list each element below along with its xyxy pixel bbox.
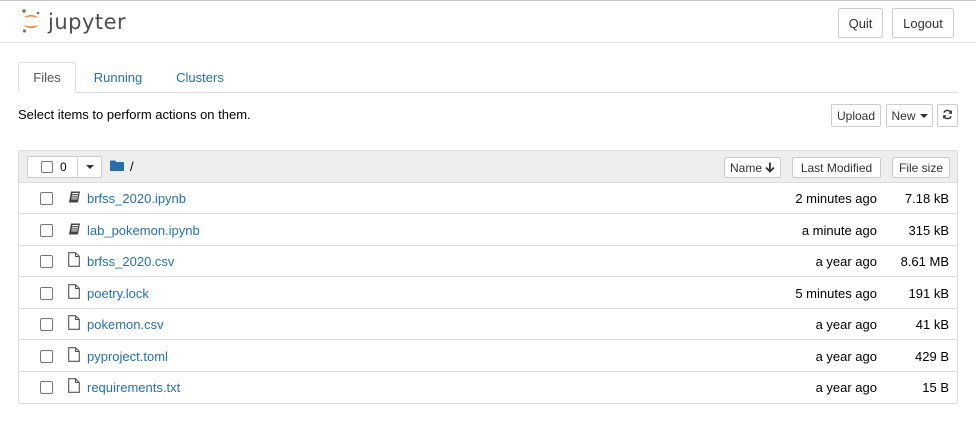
file-icon (68, 315, 80, 333)
select-dropdown-button[interactable] (77, 157, 102, 177)
jupyter-logo[interactable]: jupyter (20, 7, 126, 37)
file-row[interactable]: poetry.lock 5 minutes ago 191 kB (19, 278, 957, 309)
file-name-link[interactable]: pyproject.toml (87, 349, 168, 364)
new-button-label: New (891, 108, 916, 123)
file-row[interactable]: requirements.txt a year ago 15 B (19, 372, 957, 403)
file-size: 15 B (922, 380, 949, 395)
file-size: 429 B (915, 348, 949, 364)
file-list-header: 0 / Name Last Modified File size (19, 151, 957, 183)
file-row[interactable]: pyproject.toml a year ago 429 B (19, 341, 957, 372)
notebook-icon (68, 223, 81, 238)
file-list: 0 / Name Last Modified File size brfss_2… (18, 150, 958, 404)
file-name-link[interactable]: poetry.lock (87, 286, 149, 301)
file-name-link[interactable]: lab_pokemon.ipynb (87, 223, 200, 238)
file-name-link[interactable]: brfss_2020.ipynb (87, 191, 186, 206)
file-row-checkbox[interactable] (40, 286, 53, 300)
tab-clusters[interactable]: Clusters (166, 62, 234, 93)
file-row[interactable]: brfss_2020.csv a year ago 8.61 MB (19, 246, 957, 277)
selected-count: 0 (60, 160, 67, 174)
new-dropdown-button[interactable]: New (886, 104, 933, 127)
file-last-modified: a minute ago (801, 222, 877, 238)
chevron-down-icon (919, 113, 928, 118)
file-row[interactable]: brfss_2020.ipynb 2 minutes ago 7.18 kB (19, 183, 957, 214)
file-row-checkbox[interactable] (40, 318, 53, 331)
file-name-link[interactable]: brfss_2020.csv (87, 254, 174, 269)
file-last-modified: a year ago (815, 317, 877, 332)
tab-bar: Files Running Clusters (18, 62, 958, 93)
tab-running[interactable]: Running (84, 62, 152, 93)
file-row-checkbox[interactable] (40, 255, 53, 268)
file-name-link[interactable]: pokemon.csv (87, 317, 164, 332)
upload-button[interactable]: Upload (831, 104, 881, 127)
breadcrumb-path[interactable]: / (130, 159, 134, 174)
selection-hint: Select items to perform actions on them. (18, 107, 251, 122)
notebook-icon (68, 191, 81, 206)
select-all-checkbox[interactable] (41, 161, 53, 173)
jupyter-logo-icon (20, 8, 42, 37)
file-name-link[interactable]: requirements.txt (87, 380, 180, 395)
sort-by-name-button[interactable]: Name (724, 157, 781, 178)
sort-name-label: Name (729, 160, 762, 175)
file-icon (68, 346, 80, 365)
file-icon (68, 378, 80, 396)
chevron-down-icon (86, 165, 94, 169)
file-last-modified: 5 minutes ago (795, 285, 877, 301)
quit-button[interactable]: Quit (838, 8, 883, 38)
file-row[interactable]: pokemon.csv a year ago 41 kB (19, 309, 957, 340)
file-last-modified: a year ago (815, 254, 877, 269)
file-row-checkbox[interactable] (40, 223, 53, 237)
file-last-modified: a year ago (815, 380, 877, 395)
file-size: 7.18 kB (904, 191, 949, 206)
file-last-modified: a year ago (815, 348, 877, 364)
folder-icon[interactable] (110, 159, 124, 174)
jupyter-logo-text: jupyter (48, 10, 127, 34)
file-row-checkbox[interactable] (40, 349, 53, 363)
tab-files[interactable]: Files (18, 62, 76, 93)
file-row-checkbox[interactable] (40, 381, 53, 394)
refresh-button[interactable] (937, 104, 958, 127)
arrow-down-icon (765, 162, 775, 173)
file-last-modified: 2 minutes ago (795, 191, 877, 206)
file-row-checkbox[interactable] (40, 192, 53, 205)
select-all-group: 0 (27, 156, 102, 178)
file-row[interactable]: lab_pokemon.ipynb a minute ago 315 kB (19, 215, 957, 246)
sort-by-last-modified-button[interactable]: Last Modified (792, 157, 881, 178)
file-size: 191 kB (908, 285, 949, 301)
file-size: 41 kB (915, 317, 949, 332)
refresh-icon (942, 109, 953, 123)
file-icon (68, 283, 80, 302)
breadcrumb: / (110, 159, 134, 174)
sort-by-file-size-button[interactable]: File size (892, 157, 950, 178)
logout-button[interactable]: Logout (892, 8, 954, 38)
file-size: 315 kB (908, 222, 949, 238)
header-bar: jupyter Quit Logout (0, 0, 976, 43)
file-icon (68, 252, 80, 270)
file-size: 8.61 MB (900, 254, 949, 269)
